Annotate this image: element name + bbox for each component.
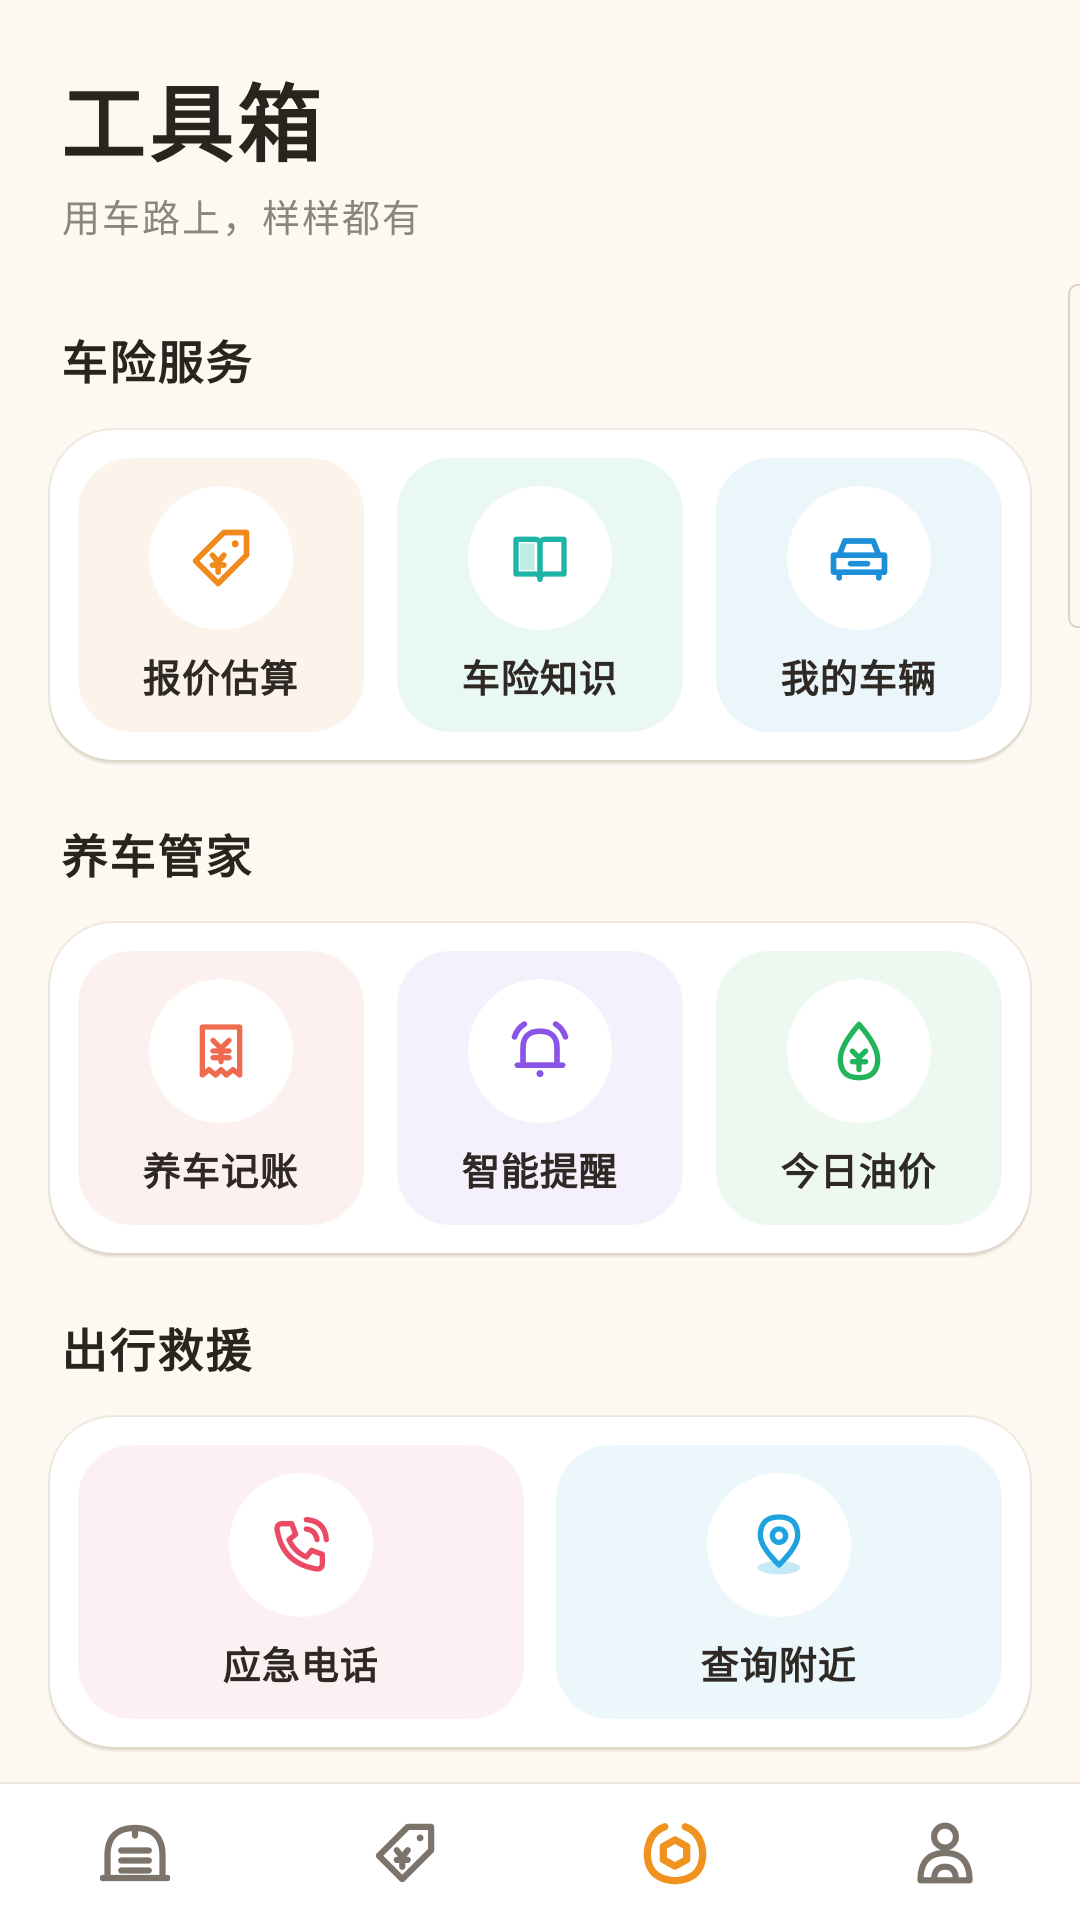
tile-label: 应急电话 [222, 1644, 379, 1688]
icon-circle [787, 486, 931, 630]
section-title-roadside-assistance: 出行救援 [62, 1324, 254, 1378]
icon-circle [149, 486, 293, 630]
tile-smart-reminder[interactable]: 智能提醒 [397, 951, 683, 1225]
tile-insurance-knowledge[interactable]: 车险知识 [397, 458, 683, 732]
icon-circle [149, 979, 293, 1123]
tile-label: 报价估算 [142, 657, 299, 701]
nav-tab-toolbox[interactable] [540, 1784, 810, 1922]
icon-circle [787, 979, 931, 1123]
price-tag-yuan-icon [192, 529, 250, 587]
section-title-insurance: 车险服务 [62, 336, 254, 390]
tile-my-vehicle[interactable]: 我的车辆 [716, 458, 1002, 732]
tile-emergency-call[interactable]: 应急电话 [78, 1445, 524, 1719]
toolbox-icon [643, 1823, 707, 1885]
bell-icon [511, 1021, 569, 1078]
user-profile-icon [917, 1822, 973, 1884]
section-title-car-care: 养车管家 [62, 830, 254, 884]
scroll-indicator[interactable] [1068, 284, 1080, 628]
icon-circle [468, 486, 612, 630]
tile-label: 养车记账 [142, 1150, 299, 1194]
phone-call-icon [274, 1517, 329, 1572]
garage-icon [100, 1824, 170, 1882]
receipt-icon [199, 1024, 243, 1078]
nav-tab-quote[interactable] [270, 1784, 540, 1922]
tile-label: 今日油价 [780, 1150, 937, 1194]
roadside-assistance-card: 应急电话 查询附近 [50, 1417, 1030, 1747]
nav-tab-garage[interactable] [0, 1784, 270, 1922]
tile-label: 我的车辆 [780, 657, 937, 701]
location-pin-icon [757, 1514, 801, 1575]
page-subtitle: 用车路上，样样都有 [62, 197, 423, 241]
tile-search-nearby[interactable]: 查询附近 [556, 1445, 1002, 1719]
car-icon [830, 538, 888, 581]
nav-tab-profile[interactable] [810, 1784, 1080, 1922]
tile-expense-log[interactable]: 养车记账 [78, 951, 364, 1225]
tile-label: 智能提醒 [461, 1150, 618, 1194]
tile-label: 查询附近 [700, 1644, 857, 1688]
tile-fuel-price[interactable]: 今日油价 [716, 951, 1002, 1225]
car-care-card: 养车记账 智能提醒 今日油价 [50, 923, 1030, 1253]
icon-circle [707, 1473, 851, 1617]
book-icon [513, 536, 567, 582]
bottom-navigation-bar [0, 1782, 1080, 1922]
page-header: 工具箱 用车路上，样样都有 [62, 70, 422, 244]
icon-circle [229, 1473, 373, 1617]
insurance-services-card: 报价估算 车险知识 我的车辆 [50, 430, 1030, 760]
tile-quote-estimate[interactable]: 报价估算 [78, 458, 364, 732]
icon-circle [468, 979, 612, 1123]
page-title: 工具箱 [62, 76, 327, 174]
oil-drop-yuan-icon [837, 1021, 881, 1081]
tile-label: 车险知识 [461, 657, 618, 701]
price-tag-icon [375, 1823, 435, 1883]
